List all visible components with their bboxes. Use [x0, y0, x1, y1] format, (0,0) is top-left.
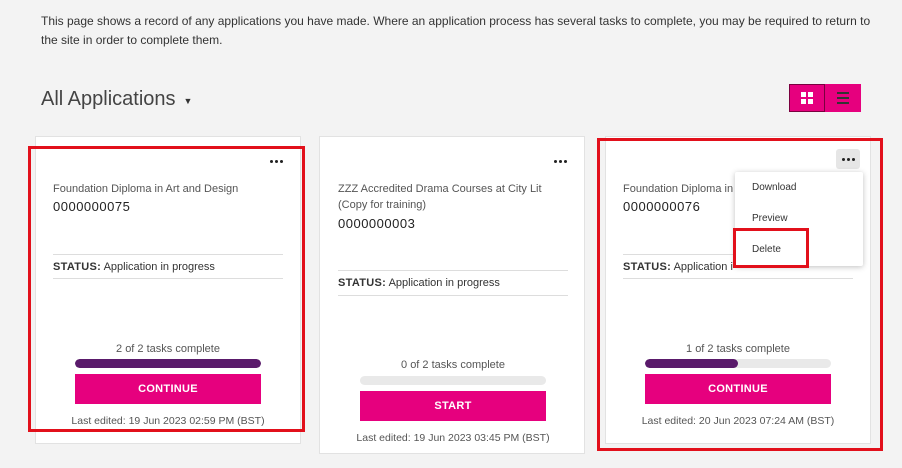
progress-bar: [360, 376, 546, 385]
status-value: Application i: [673, 261, 733, 273]
caret-down-icon: ▼: [183, 96, 193, 106]
status-text: STATUS: Application in progress: [53, 261, 215, 273]
more-options-button[interactable]: [264, 151, 288, 171]
progress-bar: [645, 359, 831, 368]
divider: [338, 295, 568, 296]
ellipsis-icon: [269, 159, 283, 163]
intro-text: This page shows a record of any applicat…: [41, 14, 871, 47]
list-icon: [837, 92, 849, 104]
menu-item-preview[interactable]: Preview: [752, 213, 788, 224]
last-edited: Last edited: 19 Jun 2023 03:45 PM (BST): [356, 432, 550, 444]
progress-text: 2 of 2 tasks complete: [116, 343, 220, 355]
status-text: STATUS: Application in progress: [338, 277, 500, 289]
application-card: Foundation Diploma in Art and Design 000…: [35, 136, 301, 444]
grid-view-button[interactable]: [789, 84, 825, 112]
course-title: ZZZ Accredited Drama Courses at City Lit…: [338, 183, 542, 211]
ellipsis-icon: [841, 157, 855, 161]
status-label: STATUS:: [338, 277, 387, 289]
grid-icon: [801, 92, 813, 104]
status-label: STATUS:: [623, 261, 672, 273]
divider: [53, 278, 283, 279]
status-value: Application in progress: [103, 261, 215, 273]
application-reference: 0000000076: [623, 199, 701, 214]
progress-text: 0 of 2 tasks complete: [401, 359, 505, 371]
start-button[interactable]: START: [360, 391, 546, 421]
application-card: ZZZ Accredited Drama Courses at City Lit…: [319, 136, 585, 454]
progress-text: 1 of 2 tasks complete: [686, 343, 790, 355]
card-options-menu: Download Preview Delete: [735, 172, 863, 266]
course-title: Foundation Diploma in A: [623, 183, 743, 195]
last-edited: Last edited: 20 Jun 2023 07:24 AM (BST): [641, 415, 835, 427]
more-options-button[interactable]: [548, 151, 572, 171]
more-options-button[interactable]: [836, 149, 860, 169]
status-value: Application in progress: [388, 277, 500, 289]
progress-fill: [75, 359, 261, 368]
applications-filter-heading[interactable]: All Applications ▼: [41, 88, 192, 111]
view-toggle: [789, 84, 861, 112]
course-title: Foundation Diploma in Art and Design: [53, 183, 239, 195]
last-edited: Last edited: 19 Jun 2023 02:59 PM (BST): [71, 415, 265, 427]
application-reference: 0000000003: [338, 216, 416, 231]
application-reference: 0000000075: [53, 199, 131, 214]
divider: [338, 270, 568, 271]
progress-fill: [645, 359, 738, 368]
status-label: STATUS:: [53, 261, 102, 273]
menu-item-delete[interactable]: Delete: [752, 244, 781, 255]
divider: [623, 278, 853, 279]
progress-bar: [75, 359, 261, 368]
continue-button[interactable]: CONTINUE: [75, 374, 261, 404]
ellipsis-icon: [553, 159, 567, 163]
menu-item-download[interactable]: Download: [752, 182, 796, 193]
continue-button[interactable]: CONTINUE: [645, 374, 831, 404]
list-view-button[interactable]: [825, 84, 861, 112]
page-title: All Applications: [41, 88, 176, 110]
status-text: STATUS: Application i: [623, 261, 733, 273]
divider: [53, 254, 283, 255]
